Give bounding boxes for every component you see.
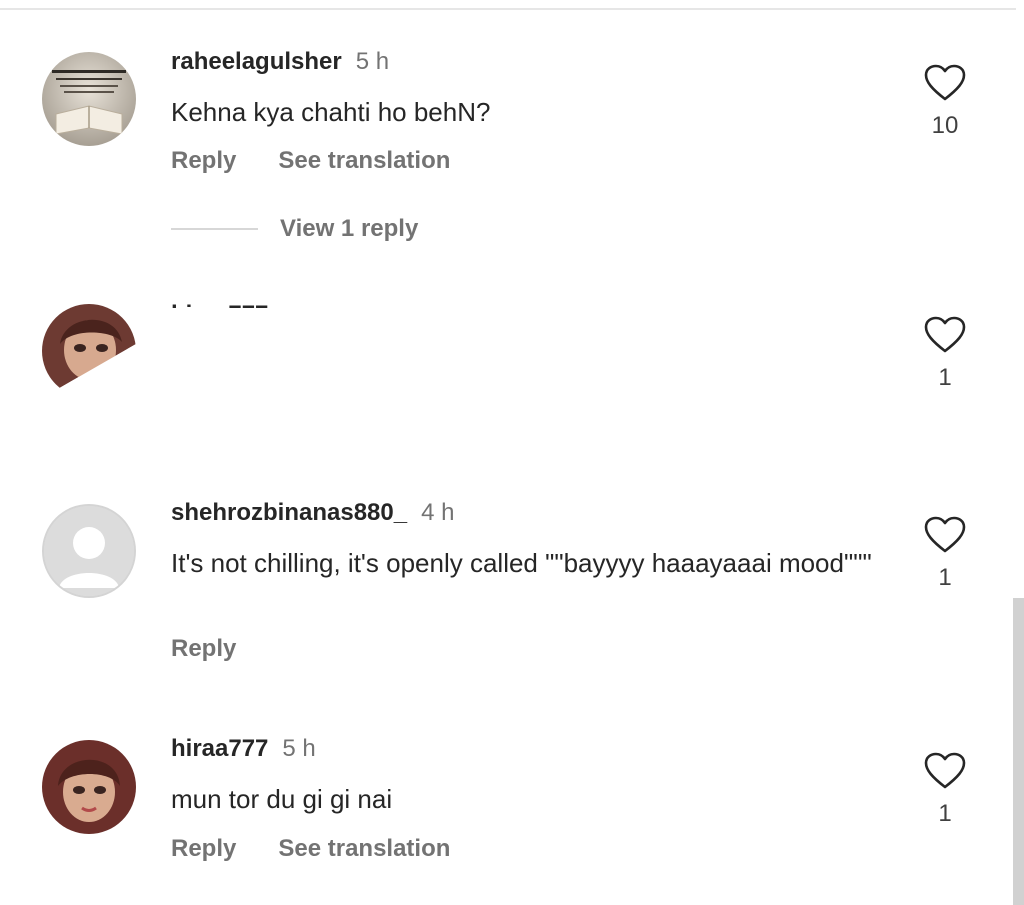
like-area: 1 [922,516,968,592]
reply-button[interactable]: Reply [171,835,236,862]
view-replies-label[interactable]: View 1 reply [280,215,418,243]
default-avatar-icon [44,506,134,596]
like-count: 1 [938,800,952,827]
comment-text: mun tor du gi gi nai [171,784,393,814]
comment-actions: Reply See translation [171,834,450,864]
avatar[interactable] [42,52,136,146]
comment-timestamp: 4 h [421,499,455,526]
avatar[interactable] [42,304,136,398]
heart-outline-icon[interactable] [924,316,966,354]
reply-button[interactable]: Reply [171,635,236,662]
see-translation-button[interactable]: See translation [278,147,450,174]
avatar[interactable] [42,740,136,834]
comment-author-line: hiraa777 5 h [171,734,316,764]
like-area: 1 [922,316,968,392]
comment-text: It's not chilling, it's openly called ""… [171,548,872,578]
comment-text: Kehna kya chahti ho behN? [171,97,491,127]
heart-outline-icon[interactable] [924,516,966,554]
replies-divider [171,228,258,230]
comment-item: raheelagulsher 5 h Kehna kya chahti ho be… [0,0,1000,260]
like-area: 10 [922,64,968,140]
view-replies[interactable]: View 1 reply [171,213,418,245]
avatar-image [42,304,136,398]
comment-timestamp: 5 h [355,48,390,75]
like-count: 1 [938,564,952,591]
comment-username[interactable]: hiraa777 [171,735,268,762]
comment-timestamp: 5 h [282,735,316,762]
comment-actions: Reply [171,634,278,664]
like-area: 1 [922,752,968,828]
heart-outline-icon[interactable] [924,752,966,790]
comment-username[interactable]: shehrozbinanas880_ [171,499,407,526]
glitch-cover [160,308,900,322]
comment-item: shehrozbinanas880_ 4 h It's not chilling,… [0,470,1000,700]
comment-item: hiraa777 5 h mun tor du gi gi nai Reply Se… [0,700,1000,905]
comment-item: hiraa777 1 [0,260,1000,470]
reply-button[interactable]: Reply [171,147,236,174]
comment-author-line: shehrozbinanas880_ 4 h [171,498,454,528]
like-count: 1 [938,364,952,391]
like-count: 10 [931,112,959,139]
scrollbar[interactable] [1013,598,1024,905]
avatar[interactable] [42,504,136,598]
comment-username[interactable]: raheelagulsher [171,48,342,75]
heart-outline-icon[interactable] [924,64,966,102]
avatar-image [42,740,136,834]
avatar-image [42,52,136,146]
comment-author-line: raheelagulsher 5 h [171,47,389,77]
comment-actions: Reply See translation [171,146,450,176]
see-translation-button[interactable]: See translation [278,835,450,862]
